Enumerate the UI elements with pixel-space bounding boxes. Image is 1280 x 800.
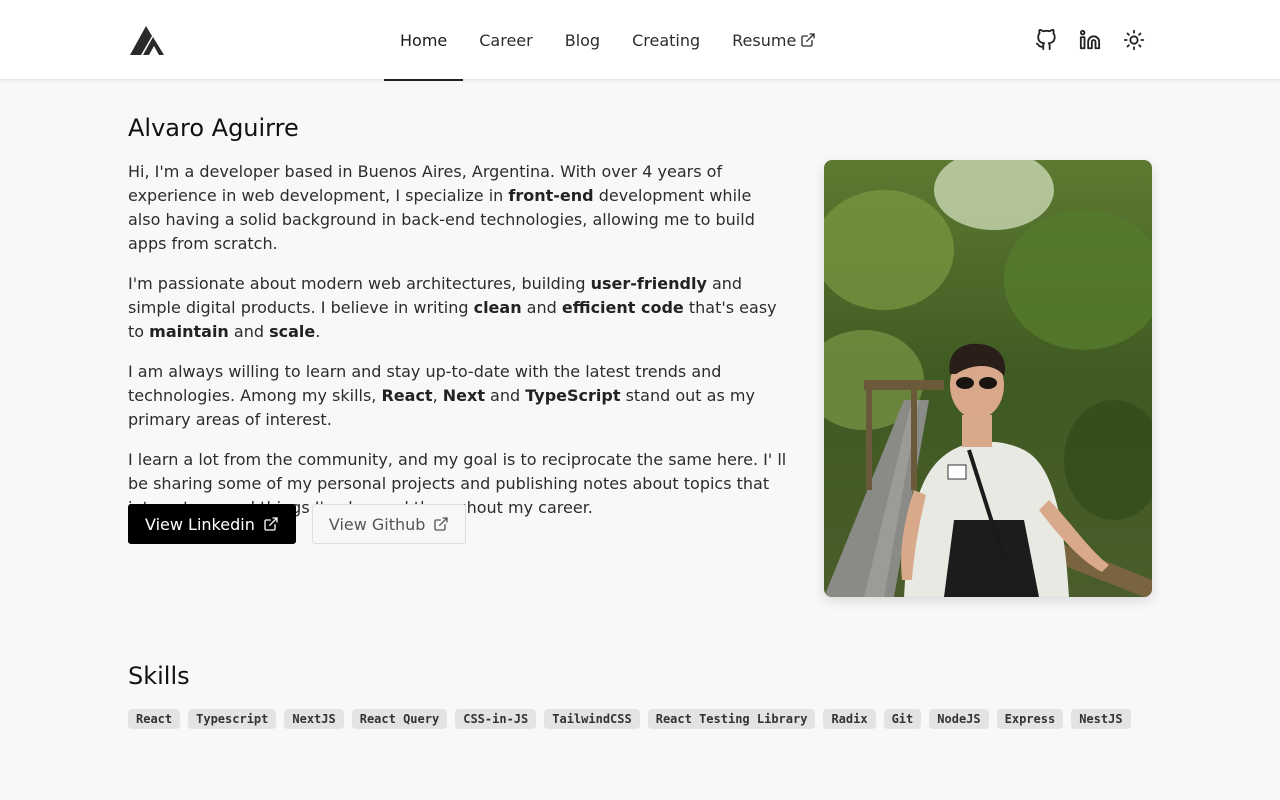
profile-photo [824,160,1152,597]
nav-blog-label: Blog [564,30,601,50]
view-github-button[interactable]: View Github [311,504,467,544]
skills-list: React Typescript NextJS React Query CSS-… [128,709,1131,729]
github-link[interactable] [1030,24,1062,56]
bio-text: . [315,322,321,341]
bio-paragraph: I'm passionate about modern web architec… [128,272,788,344]
bio-section: Hi, I'm a developer based in Buenos Aire… [128,160,788,536]
bio-text: I'm passionate about modern web architec… [128,274,591,293]
external-link-icon [434,517,449,531]
nav-resume[interactable]: Resume [716,0,832,80]
page-title: Alvaro Aguirre [128,114,299,142]
nav-creating[interactable]: Creating [616,0,716,80]
external-link-icon [801,33,815,47]
bio-emphasis: maintain [149,322,229,341]
nav-home[interactable]: Home [384,0,464,81]
bio-paragraph: Hi, I'm a developer based in Buenos Aire… [128,160,788,256]
skill-tag: TailwindCSS [544,709,640,729]
bio-emphasis: efficient code [561,298,684,317]
github-icon [1035,29,1056,51]
bio-emphasis: user-friendly [590,274,707,293]
bio-emphasis: TypeScript [525,386,621,405]
theme-toggle[interactable] [1118,24,1150,56]
nav-creating-label: Creating [632,30,701,50]
main-nav: Home Career Blog Creating Resume [384,0,832,81]
linkedin-link[interactable] [1074,24,1106,56]
skill-tag: CSS-in-JS [455,709,537,729]
view-github-label: View Github [328,514,426,534]
view-linkedin-button[interactable]: View Linkedin [128,504,296,544]
bio-text: and [521,298,562,317]
nav-career[interactable]: Career [463,0,548,80]
bio-text: , [432,386,443,405]
bio-emphasis: Next [442,386,485,405]
bio-text: and [228,322,270,341]
bio-emphasis: React [381,386,433,405]
top-navbar: Home Career Blog Creating Resume [0,0,1280,81]
social-icons [1030,24,1150,56]
skills-title: Skills [128,662,190,690]
cta-buttons: View Linkedin View Github [128,504,467,544]
bio-emphasis: front-end [508,186,594,205]
profile-photo-illustration [824,160,1152,597]
skill-tag: React [128,709,181,729]
skill-tag: React Query [351,709,448,729]
nav-career-label: Career [479,30,533,50]
bio-emphasis: scale [269,322,316,341]
view-linkedin-label: View Linkedin [145,514,255,534]
external-link-icon [264,517,278,531]
nav-blog[interactable]: Blog [549,0,616,80]
skill-tag: NestJS [1071,709,1131,729]
nav-home-label: Home [400,30,448,50]
skill-tag: Git [883,709,922,729]
linkedin-icon [1079,29,1101,50]
skill-tag: React Testing Library [647,709,816,729]
sun-icon [1123,29,1145,51]
skill-tag: Express [996,709,1064,729]
bio-text: and [484,386,526,405]
skill-tag: NodeJS [929,709,989,729]
skill-tag: Typescript [188,709,277,729]
site-logo[interactable] [128,22,168,56]
nav-resume-label: Resume [732,30,797,50]
skill-tag: NextJS [284,709,344,729]
skill-tag: Radix [823,709,876,729]
bio-emphasis: clean [473,298,522,317]
bio-paragraph: I am always willing to learn and stay up… [128,360,788,432]
